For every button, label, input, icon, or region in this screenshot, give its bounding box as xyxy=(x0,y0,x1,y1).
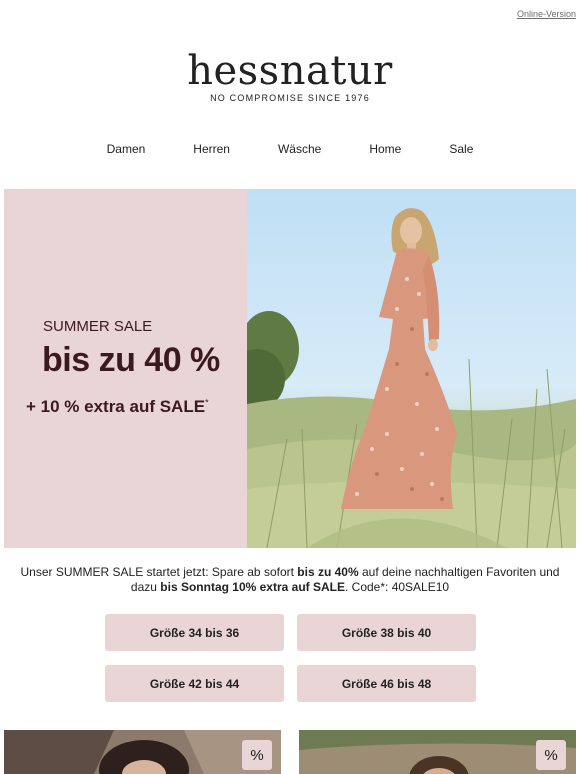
discount-badge-right: % xyxy=(536,740,566,770)
main-nav: Damen Herren Wäsche Home Sale xyxy=(0,142,580,156)
hero-headline: bis zu 40 % xyxy=(42,341,220,379)
nav-item-herren[interactable]: Herren xyxy=(193,142,230,156)
product-tile-left[interactable]: % xyxy=(4,730,281,774)
intro-bold-1: bis zu 40% xyxy=(297,565,359,579)
hero-image[interactable] xyxy=(247,189,576,548)
discount-badge-left: % xyxy=(242,740,272,770)
hero-extra-offer: + 10 % extra auf SALE* xyxy=(26,397,209,417)
hero-banner[interactable]: SUMMER SALE bis zu 40 % + 10 % extra auf… xyxy=(4,189,576,548)
brand-tagline: NO COMPROMISE SINCE 1976 xyxy=(210,93,370,103)
sale-intro-text: Unser SUMMER SALE startet jetzt: Spare a… xyxy=(10,565,570,595)
size-button-34-36[interactable]: Größe 34 bis 36 xyxy=(105,614,284,651)
hero-extra-text: + 10 % extra auf SALE xyxy=(26,397,206,416)
intro-part-1: Unser SUMMER SALE startet jetzt: Spare a… xyxy=(20,565,298,579)
hero-extra-footnote-mark: * xyxy=(205,397,209,408)
nav-item-waesche[interactable]: Wäsche xyxy=(278,142,321,156)
size-button-46-48[interactable]: Größe 46 bis 48 xyxy=(297,665,476,702)
nav-item-damen[interactable]: Damen xyxy=(107,142,146,156)
online-version-link[interactable]: Online-Version xyxy=(517,9,576,19)
size-button-42-44[interactable]: Größe 42 bis 44 xyxy=(105,665,284,702)
product-photo-right xyxy=(299,730,576,774)
intro-bold-2: bis Sonntag 10% extra auf SALE xyxy=(160,580,345,594)
intro-part-3: . Code*: 40SALE10 xyxy=(345,580,450,594)
brand-logo[interactable]: hessnatur xyxy=(0,50,580,92)
nav-item-sale[interactable]: Sale xyxy=(449,142,473,156)
hero-eyebrow: SUMMER SALE xyxy=(43,318,153,335)
brand-header: hessnatur NO COMPROMISE SINCE 1976 xyxy=(0,50,580,103)
nav-item-home[interactable]: Home xyxy=(369,142,401,156)
size-button-38-40[interactable]: Größe 38 bis 40 xyxy=(297,614,476,651)
hero-photo-illustration xyxy=(247,208,576,548)
hero-text-panel: SUMMER SALE bis zu 40 % + 10 % extra auf… xyxy=(4,189,247,548)
product-photo-left xyxy=(4,730,281,774)
product-tile-right[interactable]: % xyxy=(299,730,576,774)
